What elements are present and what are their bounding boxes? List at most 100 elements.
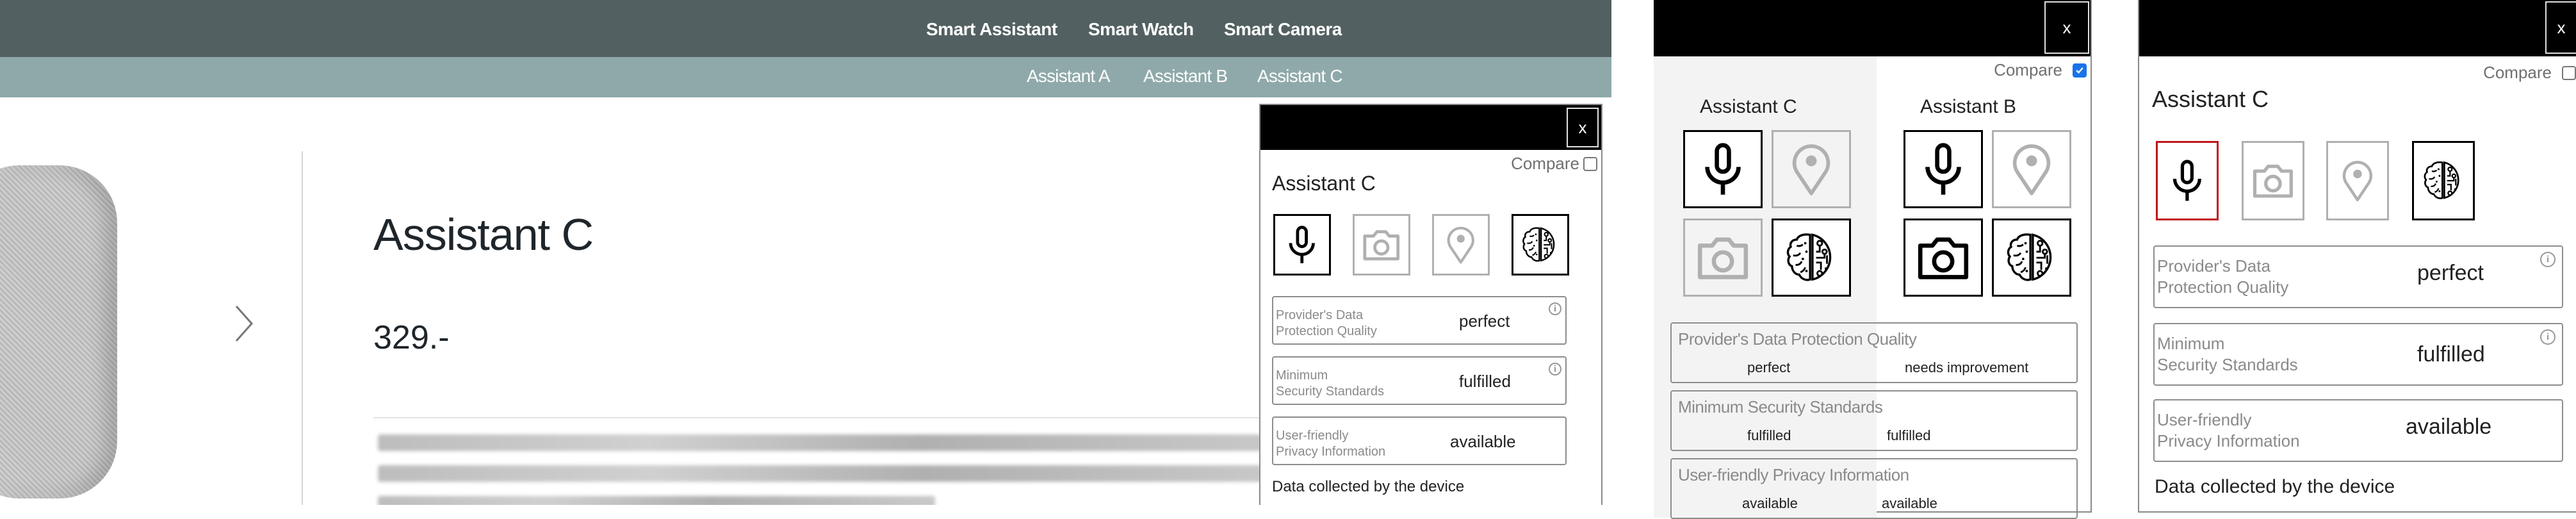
- privacy-label-popup-large: x Compare Assistant C Provider's Data Pro…: [2138, 0, 2576, 513]
- info-icon[interactable]: i: [2540, 329, 2556, 345]
- device-name: Assistant C: [2152, 86, 2269, 112]
- info-icon[interactable]: i: [1549, 302, 1561, 315]
- microphone-icon: [1914, 140, 1973, 198]
- rating-value: available: [1450, 432, 1516, 451]
- nav-smart-watch[interactable]: Smart Watch: [1088, 19, 1194, 40]
- popup-header: x: [1260, 105, 1601, 150]
- compare-toggle[interactable]: Compare: [1511, 154, 1597, 174]
- rating-privacy-information: User-friendly Privacy Information availa…: [1670, 458, 2078, 519]
- popup-header: x: [2139, 0, 2576, 56]
- nav-assistant-c[interactable]: Assistant C: [1257, 66, 1343, 86]
- product-description: [378, 434, 1287, 505]
- sensor-ai[interactable]: [1992, 218, 2071, 297]
- sensor-ai[interactable]: [1512, 214, 1569, 276]
- device-name: Assistant C: [1272, 172, 1376, 195]
- location-pin-icon: [1782, 140, 1841, 198]
- sensor-microphone[interactable]: [1903, 130, 1983, 208]
- chevron-right-icon[interactable]: [234, 304, 254, 343]
- location-pin-icon: [1440, 222, 1482, 267]
- divider: [302, 151, 303, 505]
- sub-navigation: Assistant A Assistant B Assistant C: [0, 57, 1611, 97]
- rating-value: perfect: [1459, 311, 1510, 331]
- nav-assistant-b[interactable]: Assistant B: [1143, 66, 1228, 86]
- ai-brain-icon: [1519, 222, 1561, 267]
- rating-label: Provider's Data Protection Quality: [1678, 329, 1917, 349]
- sensor-location[interactable]: [2326, 141, 2389, 220]
- rating-value: perfect: [1747, 359, 1791, 375]
- sensor-microphone[interactable]: [1683, 130, 1763, 208]
- close-button[interactable]: x: [2044, 1, 2089, 54]
- sensor-location[interactable]: [1432, 214, 1490, 276]
- checkmark-icon: [2075, 65, 2085, 76]
- compare-toggle[interactable]: Compare: [1994, 60, 2087, 80]
- sensor-ai[interactable]: [2412, 141, 2475, 220]
- product-price: 329.-: [373, 319, 450, 356]
- rating-label: User-friendly Privacy Information: [1678, 465, 1909, 484]
- compare-checkbox[interactable]: [1583, 156, 1597, 171]
- rating-value: fulfilled: [2417, 342, 2485, 367]
- nav-assistant-a[interactable]: Assistant A: [1027, 66, 1111, 86]
- sensor-camera[interactable]: [2242, 141, 2304, 220]
- rating-value: available: [1882, 495, 1937, 511]
- rating-value: available: [2406, 415, 2492, 439]
- rating-label: Provider's Data Protection Quality: [1276, 308, 1377, 338]
- rating-data-protection: Provider's Data Protection Quality perfec…: [2153, 245, 2563, 308]
- rating-label: User-friendly Privacy Information: [2157, 410, 2300, 450]
- sensor-microphone[interactable]: [2156, 141, 2219, 220]
- rating-data-protection: Provider's Data Protection Quality perfe…: [1670, 322, 2078, 383]
- rating-value: fulfilled: [1747, 427, 1791, 443]
- rating-security-standards: Minimum Security Standards fulfilled ful…: [1670, 390, 2078, 451]
- sensor-camera[interactable]: [1683, 218, 1763, 297]
- location-pin-icon: [2335, 151, 2381, 210]
- camera-icon: [1914, 229, 1973, 286]
- rating-label: Minimum Security Standards: [1678, 397, 1883, 416]
- device-name: Assistant C: [1700, 96, 1797, 117]
- ai-brain-icon: [2420, 151, 2466, 210]
- product-page: Smart Assistant Smart Watch Smart Camera…: [0, 0, 1611, 505]
- camera-icon: [2250, 151, 2296, 210]
- sensor-camera[interactable]: [1353, 214, 1410, 276]
- sensor-location[interactable]: [1772, 130, 1851, 208]
- info-icon[interactable]: i: [1549, 363, 1561, 375]
- popup-header: x: [1654, 0, 2091, 56]
- product-title: Assistant C: [373, 210, 594, 260]
- location-pin-icon: [2002, 140, 2061, 198]
- product-image: [0, 165, 117, 498]
- sensor-camera[interactable]: [1903, 218, 1983, 297]
- microphone-icon: [1281, 222, 1323, 267]
- nav-smart-camera[interactable]: Smart Camera: [1224, 19, 1342, 40]
- sensor-microphone[interactable]: [1273, 214, 1331, 276]
- rating-value: perfect: [2417, 261, 2484, 285]
- rating-value: needs improvement: [1905, 359, 2029, 375]
- camera-icon: [1693, 229, 1752, 286]
- rating-privacy-information: User-friendly Privacy Information availab…: [2153, 399, 2563, 462]
- sensor-ai[interactable]: [1772, 218, 1851, 297]
- compare-checkbox[interactable]: [2073, 63, 2087, 78]
- rating-value: fulfilled: [1459, 372, 1511, 391]
- data-collected-heading: Data collected by the device: [1272, 478, 1465, 495]
- compare-label: Compare: [1994, 60, 2062, 79]
- rating-label: User-friendly Privacy Information: [1276, 429, 1386, 459]
- info-icon[interactable]: i: [2540, 252, 2556, 267]
- compare-label: Compare: [1511, 154, 1579, 173]
- divider: [373, 417, 1283, 418]
- compare-checkbox[interactable]: [2562, 65, 2576, 80]
- rating-data-protection: Provider's Data Protection Quality perfec…: [1272, 296, 1567, 345]
- close-button[interactable]: x: [2545, 1, 2576, 54]
- microphone-icon: [1693, 140, 1752, 198]
- nav-smart-assistant[interactable]: Smart Assistant: [926, 19, 1057, 40]
- rating-value: fulfilled: [1887, 427, 1931, 443]
- compare-label: Compare: [2483, 63, 2552, 82]
- rating-security-standards: Minimum Security Standards fulfilled i: [2153, 323, 2563, 386]
- close-button[interactable]: x: [1567, 108, 1599, 147]
- compare-toggle[interactable]: Compare: [2483, 63, 2576, 83]
- sensor-location[interactable]: [1992, 130, 2071, 208]
- ai-brain-icon: [2002, 229, 2061, 286]
- microphone-icon: [2164, 151, 2210, 210]
- rating-value: available: [1742, 495, 1798, 511]
- rating-label: Minimum Security Standards: [2157, 334, 2298, 374]
- camera-icon: [1360, 222, 1403, 267]
- ai-brain-icon: [1782, 229, 1841, 286]
- rating-privacy-information: User-friendly Privacy Information availab…: [1272, 416, 1567, 465]
- main-navigation: Smart Assistant Smart Watch Smart Camera: [0, 0, 1611, 57]
